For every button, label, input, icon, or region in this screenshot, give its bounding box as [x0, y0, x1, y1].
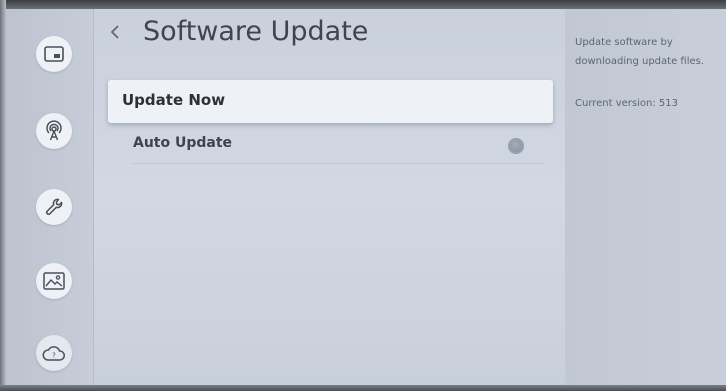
- auto-update-toggle[interactable]: [508, 138, 524, 154]
- wrench-icon: [46, 198, 63, 215]
- svg-text:?: ?: [52, 352, 56, 360]
- sidebar-item-support[interactable]: ?: [36, 335, 72, 371]
- menu-item-label: Update Now: [122, 91, 226, 109]
- info-panel: Update software by downloading update fi…: [565, 9, 726, 385]
- page-title: Software Update: [143, 16, 369, 47]
- info-description: Update software by downloading update fi…: [575, 37, 705, 67]
- menu-item-update-now[interactable]: Update Now: [108, 80, 553, 123]
- chevron-left-icon[interactable]: [108, 23, 122, 41]
- bezel-top: [0, 0, 726, 9]
- bezel-bottom: [0, 385, 726, 391]
- menu-item-auto-update[interactable]: Auto Update: [108, 126, 553, 164]
- current-version: Current version: 513: [575, 98, 678, 109]
- sidebar-divider: [93, 9, 94, 385]
- tv-screen: ? Software Update Update Now Auto Update…: [0, 0, 726, 391]
- image-icon: [43, 272, 65, 290]
- sidebar-item-general[interactable]: [36, 189, 72, 225]
- divider: [133, 163, 543, 164]
- cloud-support-icon: ?: [42, 346, 65, 361]
- menu-item-label: Auto Update: [133, 135, 233, 151]
- sidebar-item-picture-settings[interactable]: [36, 263, 72, 299]
- broadcast-antenna-icon: [46, 120, 62, 141]
- sidebar-item-picture[interactable]: [36, 36, 72, 72]
- sidebar-item-broadcasting[interactable]: [36, 113, 72, 149]
- picture-in-picture-icon: [44, 46, 64, 62]
- sidebar: ?: [6, 9, 93, 385]
